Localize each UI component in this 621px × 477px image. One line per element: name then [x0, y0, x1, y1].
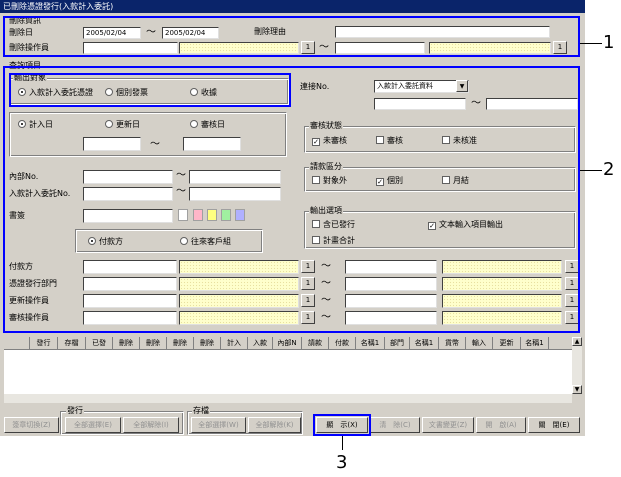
grid-horizontal-scrollbar[interactable]: [4, 394, 572, 403]
callout-line-1: [580, 43, 602, 44]
grid-col-header[interactable]: [4, 337, 30, 349]
grid-vertical-scrollbar[interactable]: ▲ ▼: [572, 337, 582, 394]
grid-col-header[interactable]: 請款: [302, 337, 329, 349]
grid-col-header[interactable]: 入款: [248, 337, 273, 349]
window-title: 已刪除憑證發行(入款計入委託): [0, 0, 585, 13]
stamp-switch-button[interactable]: 簽章切換(Z): [4, 417, 59, 433]
grid-col-header[interactable]: 發行: [30, 337, 58, 349]
grid-col-header[interactable]: 存檔: [58, 337, 86, 349]
scroll-down-icon[interactable]: ▼: [572, 385, 582, 394]
issue-deselect-all-button[interactable]: 全部解除(I): [123, 417, 179, 433]
grid-col-header[interactable]: 內部N: [273, 337, 302, 349]
grid-col-header[interactable]: 名稱1: [356, 337, 385, 349]
grid-col-header[interactable]: 更新: [493, 337, 521, 349]
callout-box-1: [3, 16, 580, 57]
doc-change-button[interactable]: 文書變更(Z): [422, 417, 474, 433]
grid-col-header[interactable]: 部門: [385, 337, 410, 349]
grid-col-header[interactable]: 刪除: [140, 337, 167, 349]
result-grid-header: 發行 存檔 已發 刪除 刪除 刪除 刪除 計入 入款 內部N 請款 付款 名稱1…: [4, 337, 582, 350]
issue-group-label: 發行: [66, 406, 84, 415]
grid-col-header[interactable]: 計入: [221, 337, 248, 349]
callout-line-2: [580, 170, 602, 171]
save-group-label: 存檔: [192, 406, 210, 415]
grid-col-header[interactable]: 刪除: [167, 337, 194, 349]
clear-button[interactable]: 清 除(C): [370, 417, 420, 433]
grid-col-header[interactable]: 刪除: [194, 337, 221, 349]
callout-box-3: [313, 414, 371, 436]
callout-number-1: 1: [603, 32, 615, 53]
grid-col-header[interactable]: 名稱1: [521, 337, 549, 349]
scroll-up-icon[interactable]: ▲: [572, 337, 582, 346]
grid-col-header[interactable]: 刪除: [113, 337, 140, 349]
callout-line-3: [342, 436, 343, 450]
callout-number-2: 2: [603, 159, 615, 180]
grid-col-header[interactable]: 已發: [86, 337, 113, 349]
save-select-all-button[interactable]: 全部選擇(W): [191, 417, 246, 433]
grid-col-header[interactable]: 名稱1: [410, 337, 439, 349]
grid-col-header[interactable]: 貨幣: [439, 337, 466, 349]
result-grid-body[interactable]: [4, 350, 572, 394]
callout-number-3: 3: [336, 452, 348, 473]
issue-select-all-button[interactable]: 全部選擇(E): [65, 417, 121, 433]
grid-col-header[interactable]: 輸入: [466, 337, 493, 349]
callout-box-2-inner: [9, 73, 291, 107]
save-deselect-all-button[interactable]: 全部解除(K): [248, 417, 301, 433]
open-button[interactable]: 開 啟(A): [476, 417, 526, 433]
grid-col-header[interactable]: 付款: [329, 337, 356, 349]
close-button[interactable]: 關 閉(E): [528, 417, 580, 433]
